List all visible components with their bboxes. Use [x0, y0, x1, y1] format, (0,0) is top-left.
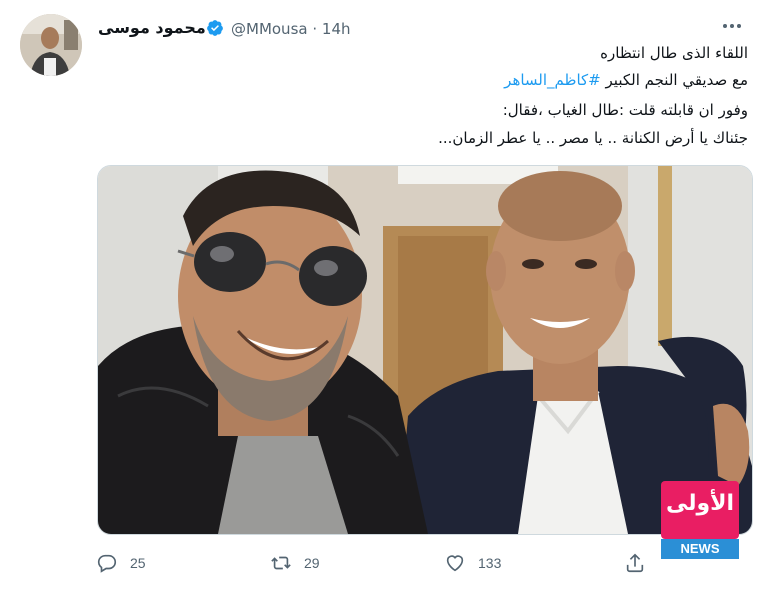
like-count: 133 — [478, 555, 502, 571]
tweet-actions: 25 29 133 — [96, 548, 676, 578]
tweet-text-line-3: وفور ان قابلته قلت :طال الغياب ،فقال: — [502, 101, 748, 119]
share-button[interactable] — [624, 548, 646, 578]
retweet-count: 29 — [304, 555, 320, 571]
tweet: محمود موسى @MMousa · 14h اللقاء الذى طال… — [0, 0, 768, 600]
reply-button[interactable]: 25 — [96, 548, 146, 578]
reply-icon — [97, 554, 117, 573]
retweet-icon — [271, 556, 291, 570]
heart-icon — [446, 555, 464, 572]
verified-badge-icon — [207, 20, 223, 36]
author-handle-time: @MMousa · 14h — [231, 20, 351, 38]
author-avatar[interactable] — [20, 14, 82, 76]
author-name[interactable]: محمود موسى — [98, 18, 206, 37]
author-handle[interactable]: @MMousa — [231, 20, 308, 38]
share-icon — [626, 553, 644, 573]
tweet-photo[interactable] — [97, 165, 753, 535]
watermark-brand-text: الأولى — [665, 491, 735, 516]
tweet-text-line-1: اللقاء الذى طال انتظاره — [600, 44, 748, 62]
more-dots-icon[interactable] — [720, 16, 744, 36]
tweet-time[interactable]: · 14h — [312, 20, 350, 38]
like-button[interactable]: 133 — [444, 548, 501, 578]
tweet-text-line-4: جئناك يا أرض الكنانة .. يا مصر .. يا عطر… — [438, 129, 748, 147]
hashtag-link[interactable]: #كاظم_الساهر — [504, 71, 601, 89]
retweet-button[interactable]: 29 — [270, 548, 320, 578]
tweet-text-line-2: مع صديقي النجم الكبير #كاظم_الساهر — [96, 69, 748, 91]
reply-count: 25 — [130, 555, 146, 571]
tweet-text-line-2-prefix: مع صديقي النجم الكبير — [600, 71, 748, 89]
